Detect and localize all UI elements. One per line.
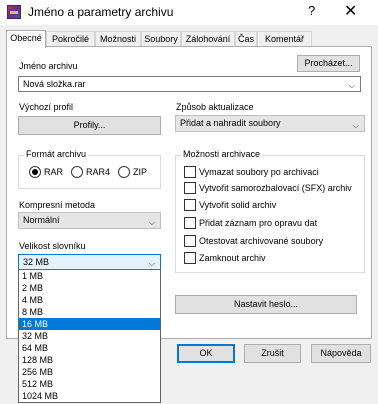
title-bar: Jméno a parametry archivu ? ✕: [0, 0, 378, 25]
checkbox-recovery-record[interactable]: [184, 217, 196, 229]
tab-options[interactable]: Možnosti: [95, 31, 141, 46]
lock-archive-label: Zamknout archiv: [199, 253, 266, 263]
set-password-button[interactable]: Nastavit heslo...: [175, 295, 357, 314]
winrar-icon: [7, 5, 21, 19]
dictionary-option[interactable]: 32 MB: [19, 330, 160, 342]
tab-time[interactable]: Čas: [235, 31, 257, 46]
compression-value: Normální: [23, 215, 60, 225]
cancel-button[interactable]: Zrušit: [244, 344, 301, 363]
browse-button[interactable]: Procházet...: [297, 55, 360, 72]
dictionary-option[interactable]: 1 MB: [19, 270, 160, 282]
help-title-button[interactable]: ?: [308, 3, 315, 18]
archiving-options-title: Možnosti archivace: [181, 149, 263, 159]
delete-files-label: Vymazat soubory po archivaci: [199, 167, 319, 177]
dictionary-option[interactable]: 64 MB: [19, 342, 160, 354]
archive-name-label: Jméno archivu: [19, 61, 78, 71]
ok-button[interactable]: OK: [177, 344, 235, 363]
dictionary-option[interactable]: 128 MB: [19, 354, 160, 366]
format-group-title: Formát archivu: [24, 149, 89, 159]
radio-rar-label: RAR: [44, 167, 64, 177]
archive-name-value: Nová složka.rar: [23, 79, 86, 89]
dictionary-label: Velikost slovníku: [19, 241, 86, 251]
tab-backup[interactable]: Zálohování: [181, 31, 235, 46]
close-icon[interactable]: ✕: [344, 1, 357, 21]
archive-name-input[interactable]: Nová složka.rar ⌵: [18, 76, 361, 92]
dictionary-dropdown-list: 1 MB 2 MB 4 MB 8 MB 16 MB 32 MB 64 MB 12…: [18, 269, 161, 403]
update-mode-label: Způsob aktualizace: [176, 102, 254, 112]
checkbox-lock-archive[interactable]: [184, 252, 196, 264]
solid-label: Vytvořit solid archiv: [199, 200, 277, 210]
dictionary-value: 32 MB: [23, 257, 50, 267]
dictionary-option[interactable]: 1024 MB: [19, 390, 160, 402]
help-button[interactable]: Nápověda: [311, 344, 371, 363]
dictionary-option[interactable]: 2 MB: [19, 282, 160, 294]
dictionary-option[interactable]: 8 MB: [19, 306, 160, 318]
chevron-down-icon[interactable]: ⌵: [349, 79, 355, 93]
tab-advanced[interactable]: Pokročilé: [46, 31, 95, 46]
checkbox-test-files[interactable]: [184, 235, 196, 247]
sfx-label: Vytvořit samorozbalovací (SFX) archiv: [199, 183, 352, 193]
checkbox-solid[interactable]: [184, 199, 196, 211]
tab-general[interactable]: Obecné: [6, 30, 46, 48]
radio-zip[interactable]: [118, 166, 130, 178]
checkbox-sfx[interactable]: [184, 182, 196, 194]
dictionary-option-highlighted[interactable]: 16 MB: [19, 318, 160, 330]
checkbox-delete-files[interactable]: [184, 166, 196, 178]
profiles-button[interactable]: Profily...: [18, 116, 161, 135]
dictionary-select[interactable]: 32 MB ⌵: [18, 254, 161, 270]
dictionary-option[interactable]: 256 MB: [19, 366, 160, 378]
chevron-down-icon: ⌵: [148, 218, 155, 227]
dictionary-option[interactable]: 4 MB: [19, 294, 160, 306]
window-title: Jméno a parametry archivu: [28, 5, 174, 19]
chevron-down-icon: ⌵: [352, 121, 359, 130]
tab-files[interactable]: Soubory: [141, 31, 181, 46]
update-mode-value: Přidat a nahradit soubory: [180, 118, 281, 128]
compression-select[interactable]: Normální ⌵: [18, 212, 161, 229]
radio-rar4[interactable]: [71, 166, 83, 178]
compression-label: Kompresní metoda: [19, 200, 96, 210]
tab-comment[interactable]: Komentář: [257, 31, 312, 46]
update-mode-select[interactable]: Přidat a nahradit soubory ⌵: [175, 115, 365, 132]
dictionary-option[interactable]: 512 MB: [19, 378, 160, 390]
radio-rar4-label: RAR4: [86, 167, 111, 177]
radio-zip-label: ZIP: [133, 167, 148, 177]
profile-label: Výchozí profil: [19, 102, 74, 112]
test-files-label: Otestovat archivované soubory: [199, 236, 324, 246]
radio-rar[interactable]: [29, 166, 41, 178]
recovery-record-label: Přidat záznam pro opravu dat: [199, 218, 318, 228]
